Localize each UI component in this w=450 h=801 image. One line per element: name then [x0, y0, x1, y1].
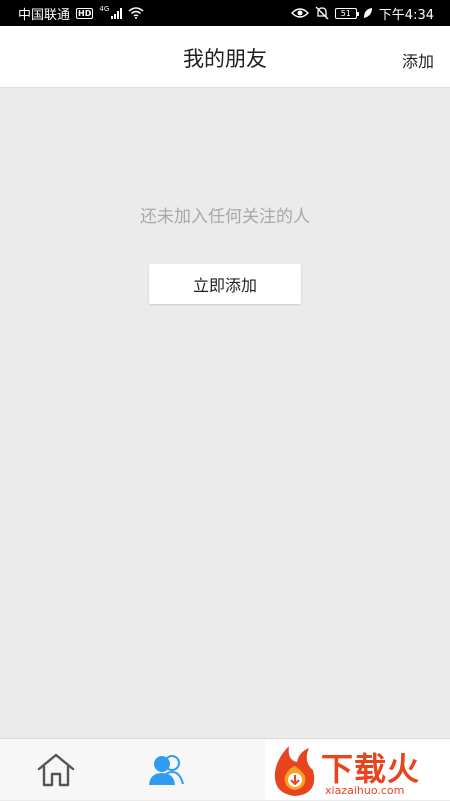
network-type: 4G — [99, 5, 110, 13]
battery-icon: 51 — [334, 7, 359, 19]
mute-bell-icon — [315, 6, 329, 20]
leaf-icon — [363, 8, 372, 18]
clock: 下午4:34 — [378, 7, 434, 23]
page-title: 我的朋友 — [183, 47, 267, 71]
app-header: 我的朋友 添加 — [0, 26, 450, 88]
signal-icon — [111, 7, 123, 19]
hd-badge: HD — [76, 7, 94, 19]
status-left: 中国联通 HD 4G — [18, 4, 144, 23]
empty-state-message: 还未加入任何关注的人 — [140, 207, 310, 227]
eye-icon — [290, 8, 309, 18]
home-icon — [37, 753, 75, 787]
add-friend-link[interactable]: 添加 — [402, 48, 434, 72]
carrier-name: 中国联通 — [18, 7, 71, 23]
tab-friends[interactable] — [122, 739, 212, 801]
status-right: 51 下午4:34 — [290, 4, 434, 23]
friends-icon — [149, 755, 184, 785]
flame-icon — [274, 746, 315, 796]
tab-home[interactable] — [11, 739, 101, 801]
watermark-url: xiazaihuo.com — [325, 784, 405, 797]
watermark-logo: 下载火 xiazaihuo.com — [265, 740, 450, 800]
status-bar: 中国联通 HD 4G 51 下午4:34 — [0, 0, 450, 26]
wifi-icon — [128, 7, 144, 19]
add-now-button[interactable]: 立即添加 — [149, 264, 301, 304]
